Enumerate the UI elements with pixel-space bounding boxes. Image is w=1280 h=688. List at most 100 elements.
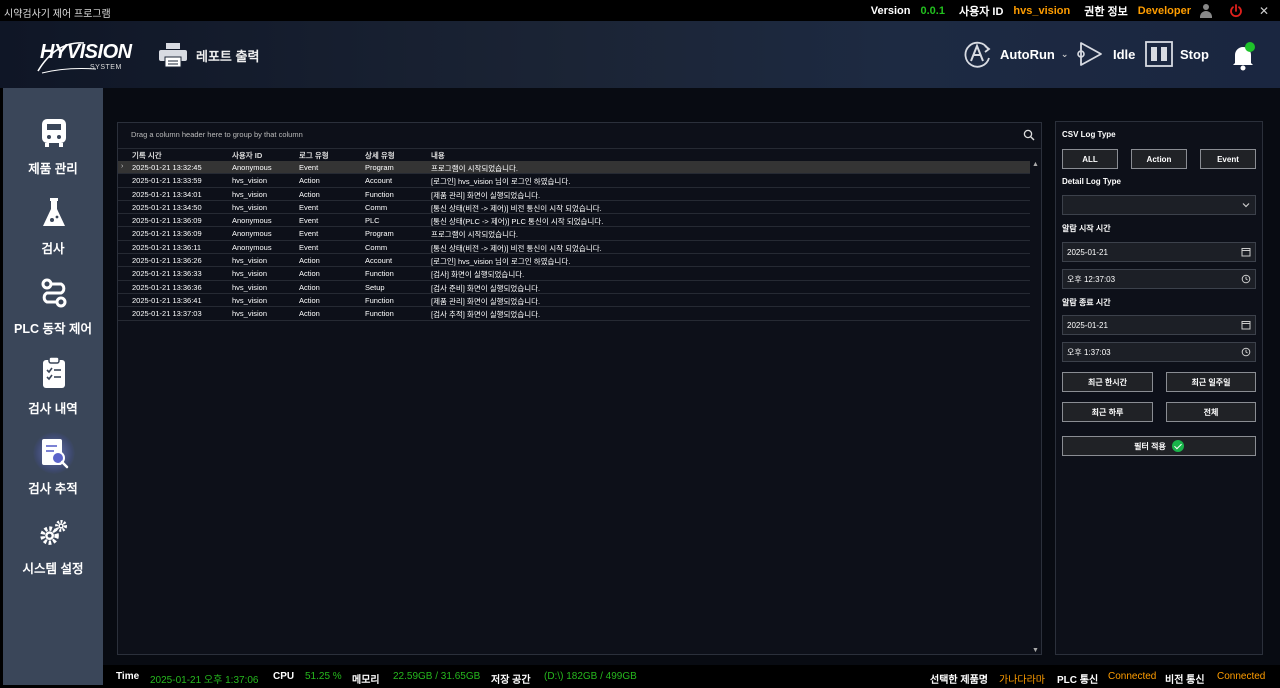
log-grid: Drag a column header here to group by th… (117, 122, 1042, 655)
table-row[interactable]: 2025-01-21 13:36:36 hvs_vision Action Setup… (118, 281, 1030, 294)
table-cell: hvs_vision (232, 189, 268, 199)
autorun-button[interactable]: AutoRun ⌄ (962, 39, 1068, 69)
time-value: 2025-01-21 오후 1:37:06 (150, 675, 259, 686)
grid-header-row: 기록 시간 사용자 ID 로그 유형 상세 유형 내용 (118, 148, 1041, 161)
table-row[interactable]: 2025-01-21 13:34:50 hvs_vision Event Comm [통… (118, 201, 1030, 215)
detail-log-type-select[interactable] (1062, 195, 1256, 215)
clock-icon[interactable] (1241, 347, 1251, 357)
table-row[interactable]: 2025-01-21 13:37:03 hvs_vision Action Funct… (118, 307, 1030, 321)
table-row[interactable]: › 2025-01-21 13:32:45 Anonymous Event Progra… (118, 161, 1030, 175)
table-row[interactable]: 2025-01-21 13:34:01 hvs_vision Action Funct… (118, 188, 1030, 201)
table-cell: [제품 관리] 화면이 실행되었습니다. (431, 190, 541, 200)
table-cell: 2025-01-21 13:34:50 (132, 202, 202, 212)
log-type-action-button[interactable]: Action (1131, 149, 1187, 169)
column-header-user-id[interactable]: 사용자 ID (232, 150, 262, 161)
table-cell: 프로그램이 시작되었습니다. (431, 230, 518, 240)
calendar-icon[interactable] (1241, 320, 1251, 330)
clock-icon[interactable] (1241, 274, 1251, 284)
table-cell: 2025-01-21 13:36:33 (132, 269, 202, 279)
memory-value: 22.59GB / 31.65GB (393, 671, 481, 682)
autorun-label: AutoRun (1000, 46, 1055, 62)
sidebar-item-inspection-trace[interactable]: 검사 추적 (3, 428, 103, 508)
table-cell: 프로그램이 시작되었습니다. (431, 164, 518, 173)
detail-log-type-label: Detail Log Type (1062, 177, 1121, 186)
end-time-input[interactable]: 오후 1:37:03 (1062, 342, 1256, 362)
table-row[interactable]: 2025-01-21 13:36:26 hvs_vision Action Accou… (118, 254, 1030, 268)
table-cell: Anonymous (232, 216, 272, 226)
all-range-button[interactable]: 전체 (1166, 402, 1256, 422)
memory-label: 메모리 (352, 675, 380, 686)
table-cell: 2025-01-21 13:36:11 (132, 242, 202, 252)
chevron-down-icon (1242, 203, 1250, 208)
calendar-icon[interactable] (1241, 247, 1251, 257)
selected-product-label: 선택한 제품명 (930, 675, 988, 686)
table-cell: Event (299, 242, 319, 252)
table-row[interactable]: 2025-01-21 13:36:33 hvs_vision Action Funct… (118, 267, 1030, 281)
table-cell: Action (299, 176, 320, 186)
last-week-button[interactable]: 최근 일주일 (1166, 372, 1256, 392)
scroll-down-icon[interactable]: ▼ (1032, 647, 1039, 654)
table-cell: Event (299, 202, 319, 212)
title-bar-info: Version 0.0.1 사용자 ID hvs_vision 권한 정보 De… (871, 0, 1280, 21)
table-cell: 2025-01-21 13:36:26 (132, 256, 202, 266)
table-cell: Anonymous (232, 229, 272, 239)
table-cell: hvs_vision (232, 309, 268, 319)
power-icon[interactable] (1229, 3, 1243, 18)
table-cell: 2025-01-21 13:36:41 (132, 295, 202, 305)
stop-button[interactable]: Stop (1144, 39, 1209, 69)
table-cell: [통신 상태(비전 -> 제어)] 비전 통신이 시작 되었습니다. (431, 243, 602, 253)
sidebar-item-inspection-history[interactable]: 검사 내역 (3, 348, 103, 428)
end-date-input[interactable]: 2025-01-21 (1062, 315, 1256, 335)
column-header-content[interactable]: 내용 (431, 150, 445, 161)
table-row[interactable]: 2025-01-21 13:36:09 Anonymous Event PLC [통신 … (118, 214, 1030, 228)
scroll-up-icon[interactable]: ▲ (1032, 161, 1039, 168)
table-cell: hvs_vision (232, 269, 268, 279)
table-cell: hvs_vision (232, 282, 268, 292)
log-type-all-button[interactable]: ALL (1062, 149, 1118, 169)
permission-label: 권한 정보 (1084, 5, 1128, 18)
last-hour-button[interactable]: 최근 한시간 (1062, 372, 1153, 392)
close-button[interactable]: ✕ (1257, 4, 1271, 18)
table-cell: [통신 상태(PLC -> 제어)] PLC 통신이 시작 되었습니다. (431, 217, 604, 227)
column-header-detail-type[interactable]: 상세 유형 (365, 150, 395, 161)
plc-comm-label: PLC 통신 (1057, 675, 1099, 686)
notification-bell-icon[interactable] (1228, 41, 1258, 71)
column-header-log-type[interactable]: 로그 유형 (299, 150, 329, 161)
report-print-button[interactable]: 레포트 출력 (158, 41, 259, 69)
table-cell: Anonymous (232, 242, 272, 252)
grid-vertical-scrollbar[interactable]: ▲ ▼ (1030, 161, 1041, 654)
sidebar-item-plc-control[interactable]: PLC 동작 제어 (3, 268, 103, 348)
start-time-value: 오후 12:37:03 (1067, 274, 1116, 284)
status-bar: Time 2025-01-21 오후 1:37:06 CPU 51.25 % 메… (103, 665, 1280, 688)
sidebar-item-label: 제품 관리 (28, 162, 78, 176)
last-day-button[interactable]: 최근 하루 (1062, 402, 1153, 422)
table-row[interactable]: 2025-01-21 13:36:41 hvs_vision Action Funct… (118, 294, 1030, 308)
start-date-value: 2025-01-21 (1067, 247, 1108, 257)
table-cell: Action (299, 282, 320, 292)
sidebar-item-inspection[interactable]: 검사 (3, 188, 103, 268)
sidebar: 제품 관리 검사 PLC 동작 제어 검사 내역 검사 추적 시스템 설정 (3, 88, 103, 685)
search-icon[interactable] (1023, 129, 1035, 141)
start-time-input[interactable]: 오후 12:37:03 (1062, 269, 1256, 289)
apply-filter-button[interactable]: 필터 적용 (1062, 436, 1256, 456)
table-row[interactable]: 2025-01-21 13:36:11 Anonymous Event Comm [통신… (118, 241, 1030, 255)
row-indicator-icon: › (121, 163, 124, 170)
trace-search-icon (33, 432, 75, 474)
column-header-time[interactable]: 기록 시간 (132, 150, 162, 161)
idle-button[interactable]: Idle (1075, 39, 1135, 69)
sidebar-item-system-settings[interactable]: 시스템 설정 (3, 508, 103, 588)
sidebar-item-product-management[interactable]: 제품 관리 (3, 108, 103, 188)
product-icon (42, 119, 66, 147)
start-date-input[interactable]: 2025-01-21 (1062, 242, 1256, 262)
table-cell: Event (299, 229, 319, 239)
table-cell: Action (299, 269, 320, 279)
clipboard-icon (43, 356, 65, 388)
group-by-hint: Drag a column header here to group by th… (131, 130, 303, 139)
table-cell: Account (365, 176, 393, 186)
version-value: 0.0.1 (920, 4, 945, 17)
table-cell: 2025-01-21 13:34:01 (132, 189, 202, 199)
table-row[interactable]: 2025-01-21 13:36:09 Anonymous Event Program… (118, 227, 1030, 241)
table-row[interactable]: 2025-01-21 13:33:59 hvs_vision Action Accou… (118, 174, 1030, 188)
user-icon[interactable] (1199, 3, 1213, 18)
log-type-event-button[interactable]: Event (1200, 149, 1256, 169)
